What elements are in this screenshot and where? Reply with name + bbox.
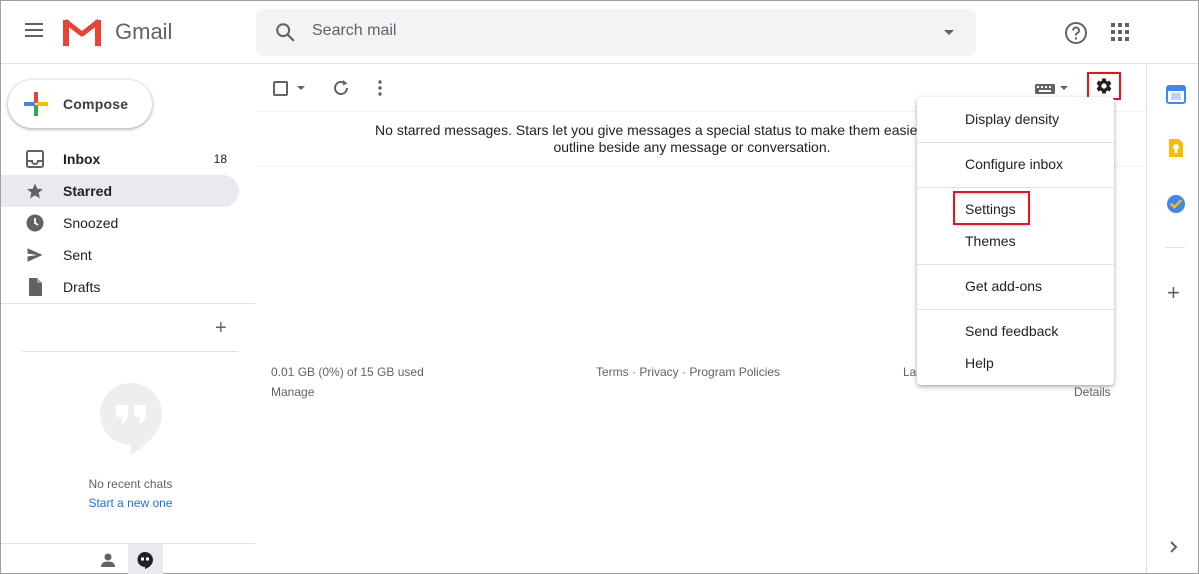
side-panel: + [1146, 64, 1198, 573]
start-new-chat-link[interactable]: Start a new one [1, 496, 260, 510]
footer-links: Terms · Privacy · Program Policies [596, 365, 780, 379]
compose-button[interactable]: Compose [8, 80, 152, 128]
tasks-icon[interactable] [1166, 194, 1186, 214]
menu-item-get-add-ons[interactable]: Get add-ons [965, 278, 1042, 294]
calendar-icon[interactable] [1166, 84, 1186, 104]
manage-storage-link[interactable]: Manage [271, 385, 314, 399]
search-input[interactable] [312, 22, 912, 40]
refresh-icon[interactable] [332, 79, 350, 97]
compose-plus-icon [24, 92, 48, 116]
sidebar-item-sent[interactable]: Sent [1, 239, 239, 271]
sidebar-nav: Inbox 18 Starred Snoozed Sent Drafts [1, 143, 239, 303]
settings-gear-button[interactable] [1087, 72, 1121, 100]
footer-separator: · [678, 365, 690, 379]
no-chats-text: No recent chats [88, 477, 173, 491]
add-label-icon[interactable]: + [215, 318, 227, 338]
hangouts-tab-icon [137, 552, 153, 569]
get-add-ons-plus-icon[interactable]: + [1167, 282, 1180, 304]
privacy-link[interactable]: Privacy [639, 365, 678, 379]
menu-item-help[interactable]: Help [965, 355, 994, 371]
details-link[interactable]: Details [1074, 385, 1111, 399]
sidebar-divider [1, 303, 255, 304]
input-tools-caret-icon[interactable] [1060, 86, 1068, 90]
hangouts-divider [22, 351, 238, 352]
hangouts-bubble-icon [100, 383, 162, 455]
star-icon [27, 183, 43, 199]
sidebar-item-snoozed[interactable]: Snoozed [1, 207, 239, 239]
last-activity-text: La [903, 365, 917, 379]
main-menu-icon[interactable] [21, 19, 47, 45]
search-bar[interactable] [256, 9, 976, 56]
app-name: Gmail [115, 19, 173, 44]
sidebar-item-inbox[interactable]: Inbox 18 [1, 143, 239, 175]
settings-menu: Display density Configure inbox Settings… [917, 97, 1114, 385]
menu-item-configure-inbox[interactable]: Configure inbox [965, 156, 1063, 172]
footer-separator: · [628, 365, 640, 379]
terms-link[interactable]: Terms [596, 365, 629, 379]
sidebar-item-label: Snoozed [63, 215, 119, 231]
sidebar-item-starred[interactable]: Starred [1, 175, 239, 207]
gmail-m-icon [63, 19, 101, 46]
sidebar-item-label: Drafts [63, 279, 101, 295]
menu-item-themes[interactable]: Themes [965, 233, 1016, 249]
menu-item-send-feedback[interactable]: Send feedback [965, 323, 1058, 339]
compose-label: Compose [63, 96, 129, 112]
side-panel-divider [1165, 247, 1185, 248]
menu-divider [917, 142, 1114, 143]
draft-icon [29, 278, 42, 296]
menu-divider [917, 309, 1114, 310]
clock-icon [26, 214, 44, 232]
menu-item-display-density[interactable]: Display density [965, 111, 1059, 127]
inbox-icon [26, 150, 44, 168]
program-policies-link[interactable]: Program Policies [689, 365, 780, 379]
sidebar-item-label: Starred [63, 183, 113, 199]
sidebar-item-drafts[interactable]: Drafts [1, 271, 239, 303]
menu-item-settings[interactable]: Settings [965, 201, 1016, 217]
sidebar-item-label: Inbox [63, 151, 101, 167]
menu-divider [917, 187, 1114, 188]
sidebar-item-label: Sent [63, 247, 92, 263]
header: Gmail [1, 1, 1198, 64]
search-icon[interactable] [274, 21, 296, 43]
chevron-right-icon[interactable] [1169, 540, 1179, 554]
person-icon[interactable] [100, 552, 116, 568]
keyboard-icon[interactable] [1035, 84, 1055, 94]
select-all-checkbox[interactable] [273, 81, 288, 96]
apps-grid-icon[interactable] [1111, 23, 1129, 41]
send-icon [27, 248, 43, 262]
search-options-icon[interactable] [944, 30, 954, 35]
help-icon[interactable] [1064, 21, 1088, 45]
menu-divider [917, 264, 1114, 265]
gmail-logo[interactable]: Gmail [63, 17, 172, 47]
hangouts-tab[interactable] [128, 544, 163, 574]
select-options-icon[interactable] [297, 86, 305, 90]
more-vert-icon[interactable] [377, 80, 383, 96]
storage-usage: 0.01 GB (0%) of 15 GB used [271, 365, 424, 379]
inbox-count: 18 [213, 152, 227, 166]
keep-icon[interactable] [1166, 138, 1186, 158]
gear-icon [1096, 78, 1112, 94]
